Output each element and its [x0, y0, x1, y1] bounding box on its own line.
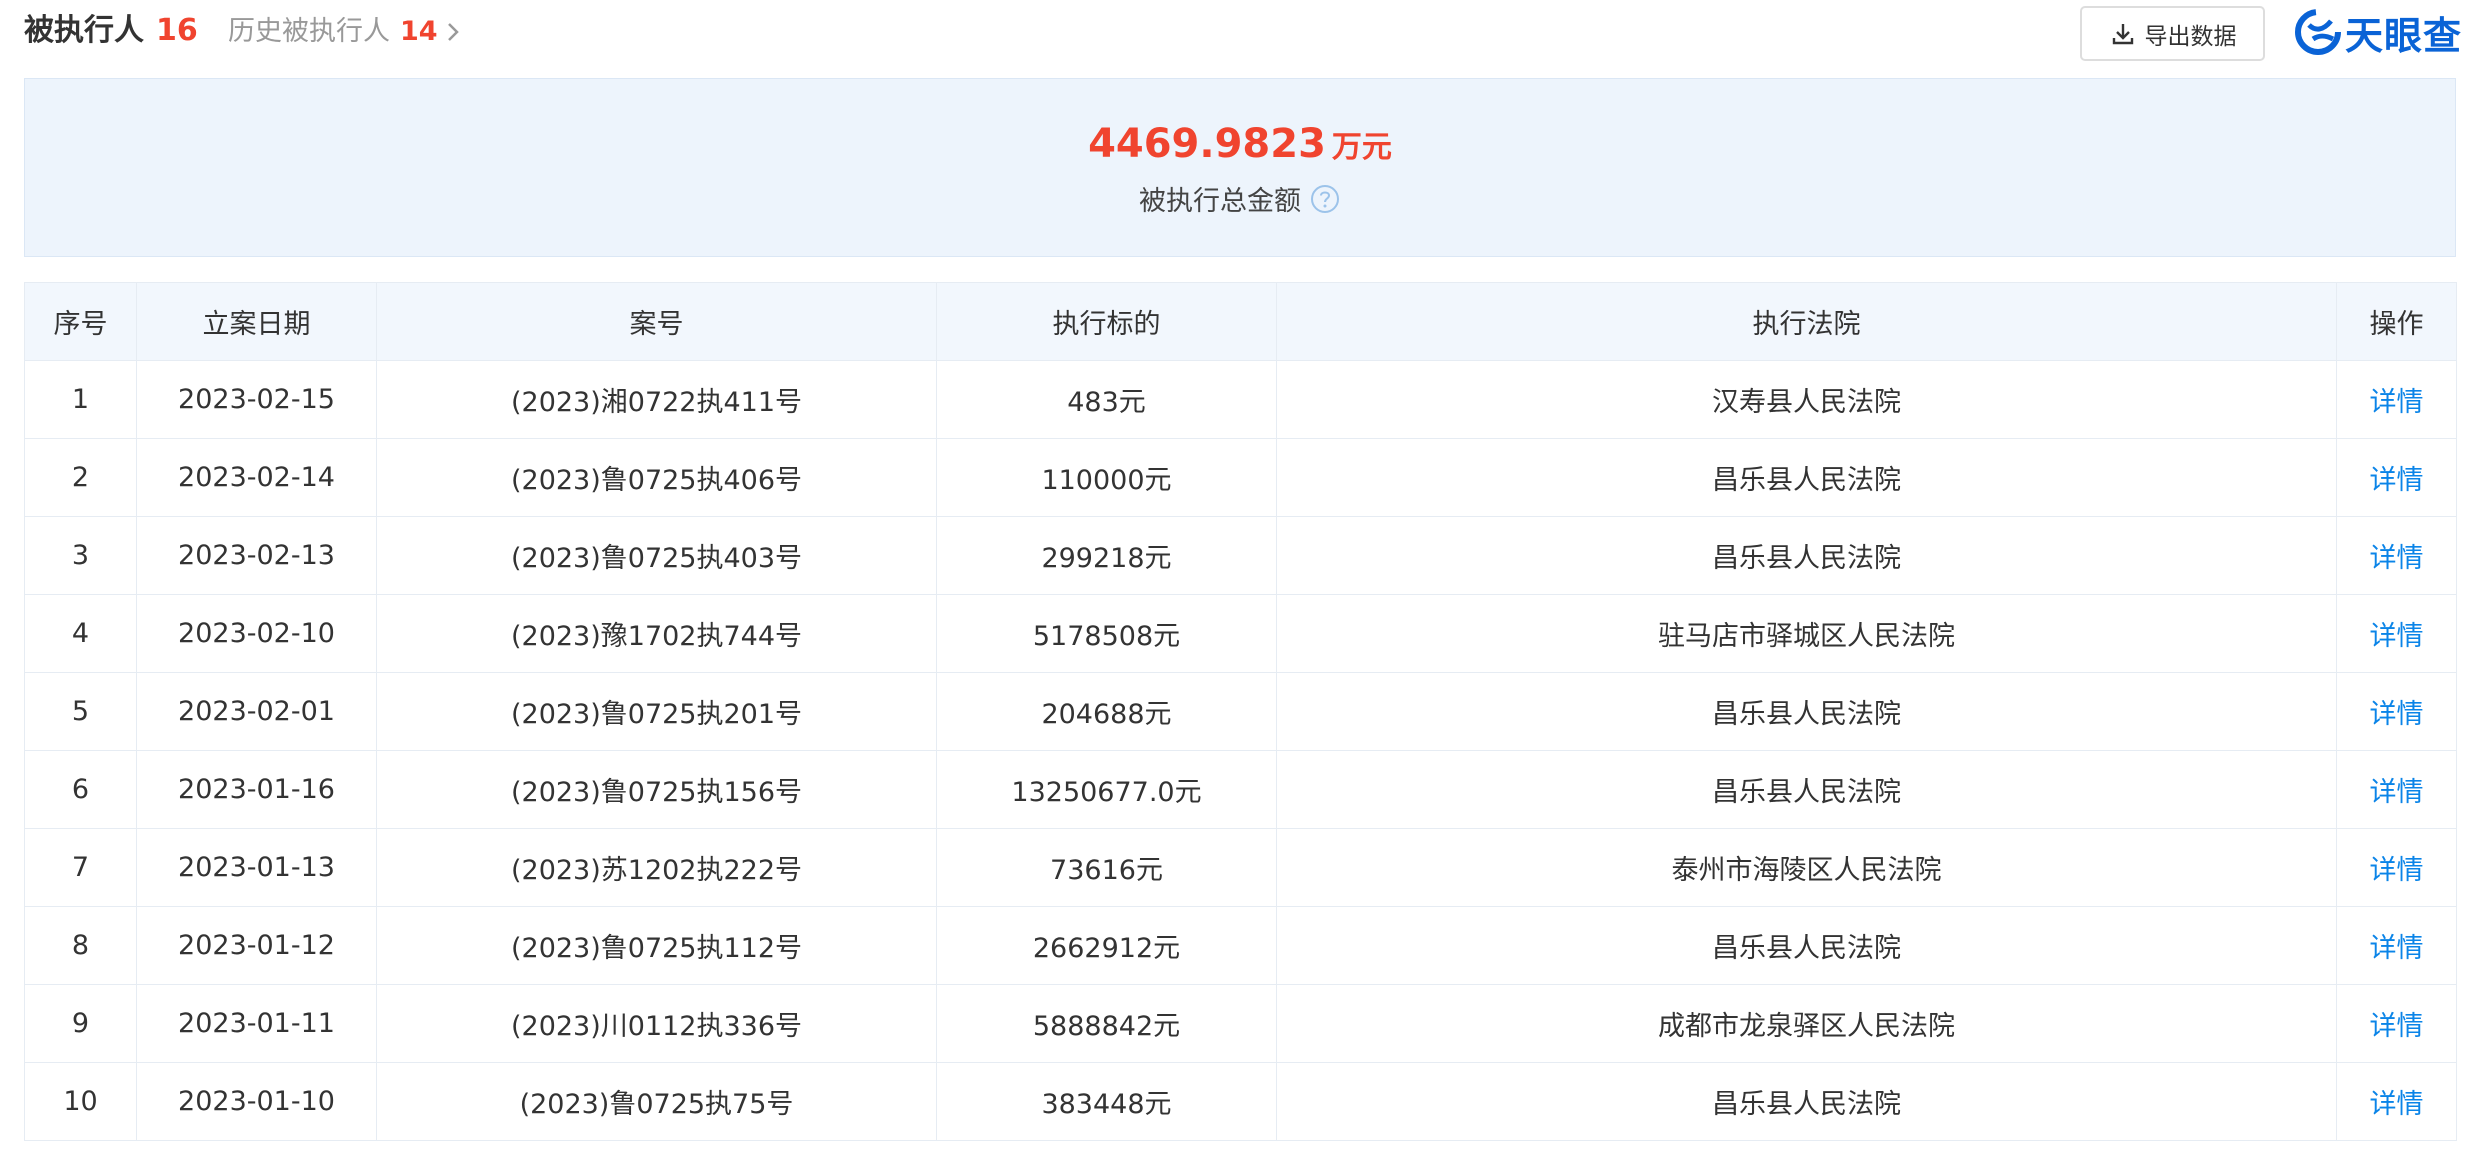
- chevron-right-icon: [447, 23, 459, 41]
- column-header-court: 执行法院: [1276, 282, 2337, 361]
- column-header-index: 序号: [24, 282, 137, 361]
- column-header-case-no: 案号: [376, 282, 937, 361]
- cell-date: 2023-02-15: [136, 360, 377, 439]
- table-row: 4 2023-02-10 (2023)豫1702执744号 5178508元 驻…: [24, 594, 2457, 673]
- cell-court: 驻马店市驿城区人民法院: [1276, 594, 2337, 673]
- cell-case-no: (2023)川0112执336号: [376, 984, 937, 1063]
- cell-court: 成都市龙泉驿区人民法院: [1276, 984, 2337, 1063]
- detail-link[interactable]: 详情: [2336, 984, 2457, 1063]
- cell-amount: 73616元: [936, 828, 1277, 907]
- cell-amount: 110000元: [936, 438, 1277, 517]
- cell-court: 汉寿县人民法院: [1276, 360, 2337, 439]
- cell-index: 2: [24, 438, 137, 517]
- total-amount-label-text: 被执行总金额: [1139, 186, 1301, 217]
- table-row: 5 2023-02-01 (2023)鲁0725执201号 204688元 昌乐…: [24, 672, 2457, 751]
- title-text: 被执行人: [24, 13, 144, 48]
- cell-index: 1: [24, 360, 137, 439]
- cell-case-no: (2023)豫1702执744号: [376, 594, 937, 673]
- history-count: 14: [400, 16, 438, 47]
- total-amount-unit: 万元: [1331, 130, 1392, 165]
- cell-date: 2023-02-01: [136, 672, 377, 751]
- cell-date: 2023-01-13: [136, 828, 377, 907]
- detail-link[interactable]: 详情: [2336, 828, 2457, 907]
- cell-index: 10: [24, 1062, 137, 1141]
- detail-link[interactable]: 详情: [2336, 438, 2457, 517]
- cell-amount: 5178508元: [936, 594, 1277, 673]
- cell-case-no: (2023)鲁0725执112号: [376, 906, 937, 985]
- page-header: 被执行人 16 历史被执行人 14 导出数据 天眼查: [0, 0, 2483, 62]
- cell-date: 2023-02-10: [136, 594, 377, 673]
- table-row: 6 2023-01-16 (2023)鲁0725执156号 13250677.0…: [24, 750, 2457, 829]
- cell-court: 泰州市海陵区人民法院: [1276, 828, 2337, 907]
- cell-index: 5: [24, 672, 137, 751]
- cell-case-no: (2023)鲁0725执403号: [376, 516, 937, 595]
- logo-text: 天眼查: [2345, 13, 2463, 58]
- detail-link[interactable]: 详情: [2336, 1062, 2457, 1141]
- table-row: 8 2023-01-12 (2023)鲁0725执112号 2662912元 昌…: [24, 906, 2457, 985]
- cell-amount: 383448元: [936, 1062, 1277, 1141]
- cell-date: 2023-02-14: [136, 438, 377, 517]
- total-amount-label: 被执行总金额: [25, 179, 2455, 218]
- cell-date: 2023-02-13: [136, 516, 377, 595]
- cell-date: 2023-01-12: [136, 906, 377, 985]
- cell-date: 2023-01-11: [136, 984, 377, 1063]
- cell-case-no: (2023)鲁0725执406号: [376, 438, 937, 517]
- detail-link[interactable]: 详情: [2336, 672, 2457, 751]
- cell-court: 昌乐县人民法院: [1276, 906, 2337, 985]
- cell-index: 3: [24, 516, 137, 595]
- cell-case-no: (2023)鲁0725执201号: [376, 672, 937, 751]
- brand-logo[interactable]: 天眼查: [2295, 4, 2462, 60]
- export-data-button[interactable]: 导出数据: [2080, 6, 2265, 61]
- column-header-date: 立案日期: [136, 282, 377, 361]
- cell-index: 7: [24, 828, 137, 907]
- cell-date: 2023-01-10: [136, 1062, 377, 1141]
- cell-amount: 204688元: [936, 672, 1277, 751]
- history-link[interactable]: 历史被执行人 14: [228, 14, 462, 50]
- cell-court: 昌乐县人民法院: [1276, 750, 2337, 829]
- cell-amount: 483元: [936, 360, 1277, 439]
- detail-link[interactable]: 详情: [2336, 360, 2457, 439]
- cell-date: 2023-01-16: [136, 750, 377, 829]
- cell-index: 9: [24, 984, 137, 1063]
- cell-court: 昌乐县人民法院: [1276, 516, 2337, 595]
- cell-case-no: (2023)鲁0725执75号: [376, 1062, 937, 1141]
- cell-index: 8: [24, 906, 137, 985]
- cell-amount: 2662912元: [936, 906, 1277, 985]
- cell-amount: 13250677.0元: [936, 750, 1277, 829]
- table-row: 10 2023-01-10 (2023)鲁0725执75号 383448元 昌乐…: [24, 1062, 2457, 1141]
- enforcement-table: 序号 立案日期 案号 执行标的 执行法院 操作 1 2023-02-15 (20…: [24, 282, 2457, 1141]
- cell-case-no: (2023)鲁0725执156号: [376, 750, 937, 829]
- export-label: 导出数据: [2144, 23, 2237, 50]
- detail-link[interactable]: 详情: [2336, 516, 2457, 595]
- table-row: 3 2023-02-13 (2023)鲁0725执403号 299218元 昌乐…: [24, 516, 2457, 595]
- page-title: 被执行人 16: [24, 12, 198, 50]
- table-header-row: 序号 立案日期 案号 执行标的 执行法院 操作: [24, 282, 2457, 361]
- detail-link[interactable]: 详情: [2336, 594, 2457, 673]
- table-row: 1 2023-02-15 (2023)湘0722执411号 483元 汉寿县人民…: [24, 360, 2457, 439]
- cell-court: 昌乐县人民法院: [1276, 1062, 2337, 1141]
- detail-link[interactable]: 详情: [2336, 750, 2457, 829]
- cell-court: 昌乐县人民法院: [1276, 438, 2337, 517]
- column-header-action: 操作: [2336, 282, 2457, 361]
- table-row: 7 2023-01-13 (2023)苏1202执222号 73616元 泰州市…: [24, 828, 2457, 907]
- cell-amount: 299218元: [936, 516, 1277, 595]
- download-icon: [2112, 23, 2133, 44]
- tianyancha-logo-icon: [2295, 9, 2341, 55]
- cell-court: 昌乐县人民法院: [1276, 672, 2337, 751]
- table-row: 2 2023-02-14 (2023)鲁0725执406号 110000元 昌乐…: [24, 438, 2457, 517]
- cell-amount: 5888842元: [936, 984, 1277, 1063]
- cell-case-no: (2023)苏1202执222号: [376, 828, 937, 907]
- history-label: 历史被执行人: [228, 16, 390, 47]
- total-amount-value: 4469.9823: [1088, 121, 1326, 167]
- title-count: 16: [156, 13, 198, 48]
- cell-case-no: (2023)湘0722执411号: [376, 360, 937, 439]
- total-amount: 4469.9823 万元: [25, 121, 2455, 167]
- detail-link[interactable]: 详情: [2336, 906, 2457, 985]
- column-header-amount: 执行标的: [936, 282, 1277, 361]
- total-amount-panel: 4469.9823 万元 被执行总金额: [24, 78, 2456, 257]
- cell-index: 6: [24, 750, 137, 829]
- cell-index: 4: [24, 594, 137, 673]
- question-circle-icon[interactable]: [1309, 183, 1341, 215]
- table-row: 9 2023-01-11 (2023)川0112执336号 5888842元 成…: [24, 984, 2457, 1063]
